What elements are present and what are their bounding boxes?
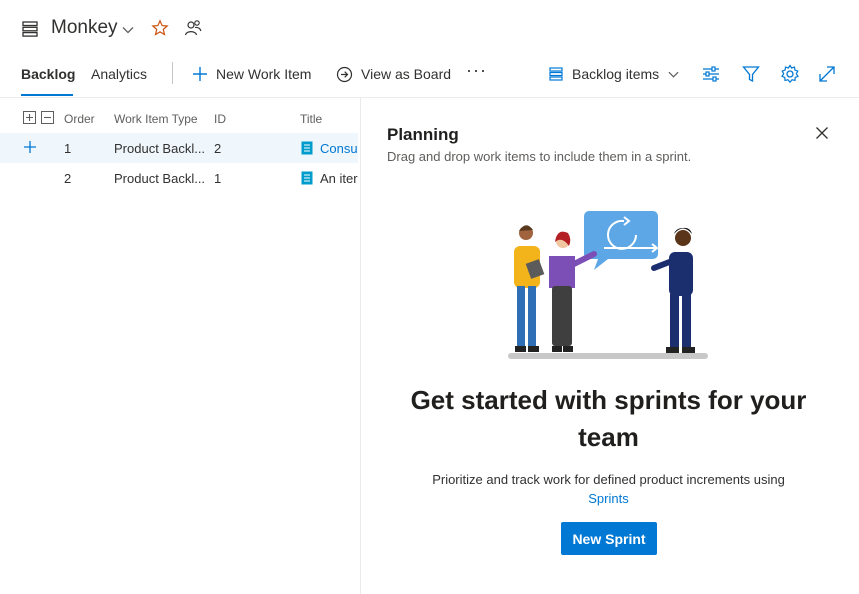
tab-backlog[interactable]: Backlog xyxy=(21,66,75,96)
collapse-all-icon[interactable] xyxy=(41,111,54,124)
team-title[interactable]: Monkey xyxy=(51,17,118,39)
view-options-icon[interactable] xyxy=(701,64,721,84)
backlog-icon xyxy=(22,21,38,37)
backlog-grid: Order Work Item Type ID Title 1 Product … xyxy=(0,104,360,594)
tab-analytics[interactable]: Analytics xyxy=(91,66,147,96)
sprints-illustration xyxy=(508,211,708,359)
column-header-id[interactable]: ID xyxy=(214,112,226,126)
table-row[interactable]: 2 Product Backl... 1 An iter xyxy=(0,163,358,193)
cell-type: Product Backl... xyxy=(114,171,206,186)
column-header-title[interactable]: Title xyxy=(300,112,322,126)
tabs-toolbar: Backlog Analytics New Work Item View as … xyxy=(0,58,859,98)
column-header-order[interactable]: Order xyxy=(64,112,95,126)
work-item-icon xyxy=(301,141,313,155)
expand-all-icon[interactable] xyxy=(23,111,36,124)
people-icon[interactable] xyxy=(184,19,202,37)
cell-order: 1 xyxy=(64,141,72,156)
new-sprint-button[interactable]: New Sprint xyxy=(561,522,657,555)
cell-title-link[interactable]: Consu xyxy=(320,141,358,156)
cell-id: 1 xyxy=(214,171,222,186)
panel-subtitle: Drag and drop work items to include them… xyxy=(387,149,692,164)
chevron-down-icon[interactable] xyxy=(121,23,135,37)
get-started-description: Prioritize and track work for defined pr… xyxy=(401,470,816,508)
get-started-heading: Get started with sprints for your team xyxy=(410,385,807,452)
column-header-type[interactable]: Work Item Type xyxy=(114,112,198,126)
fullscreen-icon[interactable] xyxy=(817,64,837,84)
toolbar-divider xyxy=(172,62,173,84)
planning-panel: Planning Drag and drop work items to inc… xyxy=(360,98,859,594)
more-actions-button[interactable]: ··· xyxy=(466,60,487,80)
new-work-item-label: New Work Item xyxy=(216,66,312,82)
backlog-level-label: Backlog items xyxy=(572,66,660,82)
table-row[interactable]: 1 Product Backl... 2 Consu xyxy=(0,133,358,163)
star-icon[interactable] xyxy=(151,19,169,37)
description-text: Prioritize and track work for defined pr… xyxy=(432,472,785,487)
plus-icon xyxy=(193,67,207,81)
panel-title: Planning xyxy=(387,125,459,144)
add-child-icon[interactable] xyxy=(22,139,38,155)
work-item-icon xyxy=(301,171,313,185)
grid-header: Order Work Item Type ID Title xyxy=(0,104,360,132)
page-header: Monkey xyxy=(0,0,859,56)
chevron-down-icon xyxy=(668,71,679,78)
arrow-circle-icon xyxy=(336,66,353,82)
cell-title[interactable]: An iter xyxy=(320,171,358,186)
new-work-item-button[interactable]: New Work Item xyxy=(192,64,311,84)
close-icon[interactable] xyxy=(815,126,829,140)
view-as-board-label: View as Board xyxy=(361,66,452,82)
sprints-link[interactable]: Sprints xyxy=(401,489,816,508)
filter-icon[interactable] xyxy=(741,64,761,84)
cell-type: Product Backl... xyxy=(114,141,206,156)
backlog-level-selector[interactable]: Backlog items xyxy=(548,64,680,84)
cell-order: 2 xyxy=(64,171,72,186)
view-as-board-button[interactable]: View as Board xyxy=(336,64,451,84)
gear-icon[interactable] xyxy=(780,64,800,84)
cell-id: 2 xyxy=(214,141,222,156)
backlog-level-icon xyxy=(549,67,563,81)
